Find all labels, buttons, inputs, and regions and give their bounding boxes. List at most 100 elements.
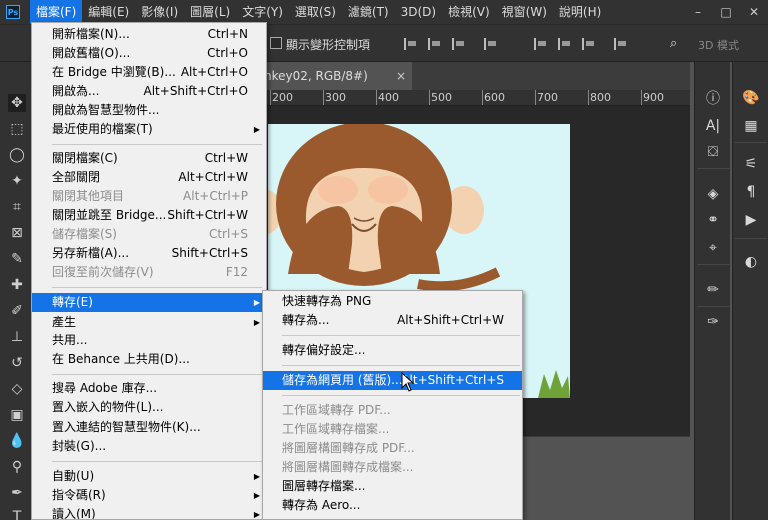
channels-panel-icon[interactable]: ⚭ bbox=[703, 210, 723, 230]
align-middle-icon[interactable] bbox=[534, 38, 546, 50]
move-tool-icon[interactable]: ✥ bbox=[8, 94, 26, 112]
menu-item-share-behance[interactable]: 在 Behance 上共用(D)... bbox=[32, 350, 266, 369]
panel-dock-right: 🎨 ▦ ⚟ ¶ ▶ ◐ bbox=[732, 62, 768, 520]
ruler-tick-label: 900 bbox=[643, 91, 664, 104]
align-center-icon[interactable] bbox=[428, 38, 440, 50]
submenu-arrow-icon: ▶ bbox=[253, 125, 260, 134]
menu-item-revert: 回復至前次儲存(V) F12 bbox=[52, 265, 248, 279]
type-tool-icon[interactable]: T bbox=[8, 508, 26, 520]
eraser-tool-icon[interactable]: ◇ bbox=[8, 380, 26, 398]
menu-3d[interactable]: 3D(D) bbox=[395, 0, 442, 24]
lasso-tool-icon[interactable]: ◯ bbox=[8, 146, 26, 164]
menu-item-save-as[interactable]: 另存新檔(A)... Shift+Ctrl+S bbox=[32, 244, 266, 263]
align-left-icon[interactable] bbox=[404, 38, 416, 50]
submenu-arrow-icon: ▶ bbox=[253, 491, 260, 500]
menu-item-place-linked[interactable]: 置入連結的智慧型物件(K)... bbox=[32, 418, 266, 437]
adjustments-panel-icon[interactable]: ◐ bbox=[741, 252, 761, 272]
menu-item-share[interactable]: 共用... bbox=[32, 331, 266, 350]
brush-tool-icon[interactable]: ✐ bbox=[8, 302, 26, 320]
eyedropper-tool-icon[interactable]: ✎ bbox=[8, 250, 26, 268]
submenu-item-quick-export-png[interactable]: 快速轉存為 PNG bbox=[263, 292, 522, 311]
menu-item-export[interactable]: 轉存(E) ▶ bbox=[32, 293, 266, 312]
character-panel-icon[interactable]: A| bbox=[703, 116, 723, 136]
brushes-panel-icon[interactable]: ✏ bbox=[703, 280, 723, 300]
distribute-horizontal-icon[interactable] bbox=[614, 38, 626, 50]
maximize-button[interactable]: □ bbox=[712, 0, 740, 24]
menu-item-scripts[interactable]: 指令碼(R) ▶ bbox=[32, 486, 266, 505]
layers-panel-icon[interactable]: ◈ bbox=[703, 184, 723, 204]
file-menu-dropdown: 開新檔案(N)... Ctrl+N 開啟舊檔(O)... Ctrl+O 在 Brid… bbox=[31, 22, 267, 520]
magic-wand-tool-icon[interactable]: ✦ bbox=[8, 172, 26, 190]
dodge-tool-icon[interactable]: ⚲ bbox=[8, 458, 26, 476]
menu-item-import[interactable]: 讀入(M) ▶ bbox=[32, 505, 266, 519]
menu-item-recent-files[interactable]: 最近使用的檔案(T) ▶ bbox=[32, 120, 266, 139]
menu-item-generate[interactable]: 產生 ▶ bbox=[32, 313, 266, 332]
menu-item-open-smart-object[interactable]: 開啟為智慧型物件... bbox=[32, 101, 266, 120]
minimize-button[interactable]: – bbox=[684, 0, 712, 24]
close-window-button[interactable]: ✕ bbox=[740, 0, 768, 24]
close-tab-icon[interactable]: × bbox=[396, 62, 406, 90]
menu-item-close[interactable]: 關閉檔案(C) Ctrl+W bbox=[32, 149, 266, 168]
brush-settings-panel-icon[interactable]: ✑ bbox=[703, 312, 723, 332]
menu-edit[interactable]: 編輯(E) bbox=[82, 0, 135, 24]
submenu-arrow-icon: ▶ bbox=[253, 318, 260, 327]
menu-type[interactable]: 文字(Y) bbox=[236, 0, 289, 24]
gradient-tool-icon[interactable]: ▣ bbox=[8, 406, 26, 424]
healing-brush-tool-icon[interactable]: ✚ bbox=[8, 276, 26, 294]
marquee-tool-icon[interactable]: ⬚ bbox=[8, 120, 26, 138]
menu-item-browse-bridge[interactable]: 在 Bridge 中瀏覽(B)... Alt+Ctrl+O bbox=[32, 63, 266, 82]
align-top-icon[interactable] bbox=[484, 38, 496, 50]
submenu-arrow-icon: ▶ bbox=[253, 510, 260, 519]
submenu-item-export-preferences[interactable]: 轉存偏好設定... bbox=[263, 341, 522, 360]
ruler-tick-label: 400 bbox=[378, 91, 399, 104]
submenu-arrow-icon: ▶ bbox=[253, 298, 260, 307]
swatches-panel-icon[interactable]: ▦ bbox=[741, 116, 761, 136]
submenu-item-save-for-web[interactable]: 儲存為網頁用 (舊版)... Alt+Shift+Ctrl+S bbox=[263, 371, 522, 390]
menu-item-automate[interactable]: 自動(U) ▶ bbox=[32, 467, 266, 486]
3d-mode-label[interactable]: 3D 模式 bbox=[698, 37, 739, 53]
menu-image[interactable]: 影像(I) bbox=[135, 0, 184, 24]
submenu-item-layers-to-files[interactable]: 圖層轉存檔案... bbox=[263, 477, 522, 496]
menu-item-close-all[interactable]: 全部關閉 Alt+Ctrl+W bbox=[32, 168, 266, 187]
menu-select[interactable]: 選取(S) bbox=[289, 0, 342, 24]
menu-item-close-go-bridge[interactable]: 關閉並跳至 Bridge... Shift+Ctrl+W bbox=[32, 206, 266, 225]
crop-tool-icon[interactable]: ⌗ bbox=[8, 198, 26, 216]
info-panel-icon[interactable]: ⓘ bbox=[703, 88, 723, 108]
menu-item-search-stock[interactable]: 搜尋 Adobe 庫存... bbox=[32, 379, 266, 398]
document-tab[interactable]: nkey02, RGB/8#) × bbox=[264, 62, 412, 90]
align-right-icon[interactable] bbox=[452, 38, 464, 50]
3d-panel-icon[interactable]: ⛋ bbox=[703, 142, 723, 162]
pen-tool-icon[interactable]: ✒ bbox=[8, 484, 26, 502]
submenu-item-export-as[interactable]: 轉存為... Alt+Shift+Ctrl+W bbox=[263, 311, 522, 330]
photoshop-window: Ps 檔案(F) 編輯(E) 影像(I) 圖層(L) 文字(Y) 選取(S) 濾… bbox=[0, 0, 768, 520]
menu-view[interactable]: 檢視(V) bbox=[442, 0, 496, 24]
paths-panel-icon[interactable]: ⌖ bbox=[703, 238, 723, 258]
menu-help[interactable]: 說明(H) bbox=[553, 0, 607, 24]
menu-item-place-embedded[interactable]: 置入嵌入的物件(L)... bbox=[32, 398, 266, 417]
menu-layer[interactable]: 圖層(L) bbox=[184, 0, 236, 24]
search-icon[interactable]: ⌕ bbox=[670, 36, 677, 51]
menu-item-package[interactable]: 封裝(G)... bbox=[32, 437, 266, 456]
distribute-icon[interactable] bbox=[582, 38, 594, 50]
submenu-item-export-aero[interactable]: 轉存為 Aero... bbox=[263, 496, 522, 515]
align-bottom-icon[interactable] bbox=[558, 38, 570, 50]
menu-window[interactable]: 視窗(W) bbox=[496, 0, 553, 24]
submenu-item-artboards-files: 工作區域轉存檔案... bbox=[282, 422, 390, 436]
blur-tool-icon[interactable]: 💧 bbox=[8, 432, 26, 450]
paragraph-panel-icon[interactable]: ¶ bbox=[741, 182, 761, 202]
show-transform-checkbox[interactable] bbox=[270, 37, 282, 49]
clone-stamp-tool-icon[interactable]: ⊥ bbox=[8, 328, 26, 346]
menu-file[interactable]: 檔案(F) bbox=[30, 0, 83, 24]
document-tab-title: nkey02, RGB/8#) bbox=[264, 69, 368, 83]
frame-tool-icon[interactable]: ⊠ bbox=[8, 224, 26, 242]
menu-item-new[interactable]: 開新檔案(N)... Ctrl+N bbox=[32, 25, 266, 44]
menu-filter[interactable]: 濾鏡(T) bbox=[342, 0, 395, 24]
actions-panel-icon[interactable]: ▶ bbox=[741, 210, 761, 230]
properties-panel-icon[interactable]: ⚟ bbox=[741, 154, 761, 174]
menu-item-open[interactable]: 開啟舊檔(O)... Ctrl+O bbox=[32, 44, 266, 63]
ruler-tick-label: 700 bbox=[537, 91, 558, 104]
export-submenu: 快速轉存為 PNG 轉存為... Alt+Shift+Ctrl+W 轉存偏好設定.… bbox=[262, 290, 523, 520]
menu-item-open-as[interactable]: 開啟為... Alt+Shift+Ctrl+O bbox=[32, 82, 266, 101]
color-panel-icon[interactable]: 🎨 bbox=[741, 88, 761, 108]
history-brush-tool-icon[interactable]: ↺ bbox=[8, 354, 26, 372]
